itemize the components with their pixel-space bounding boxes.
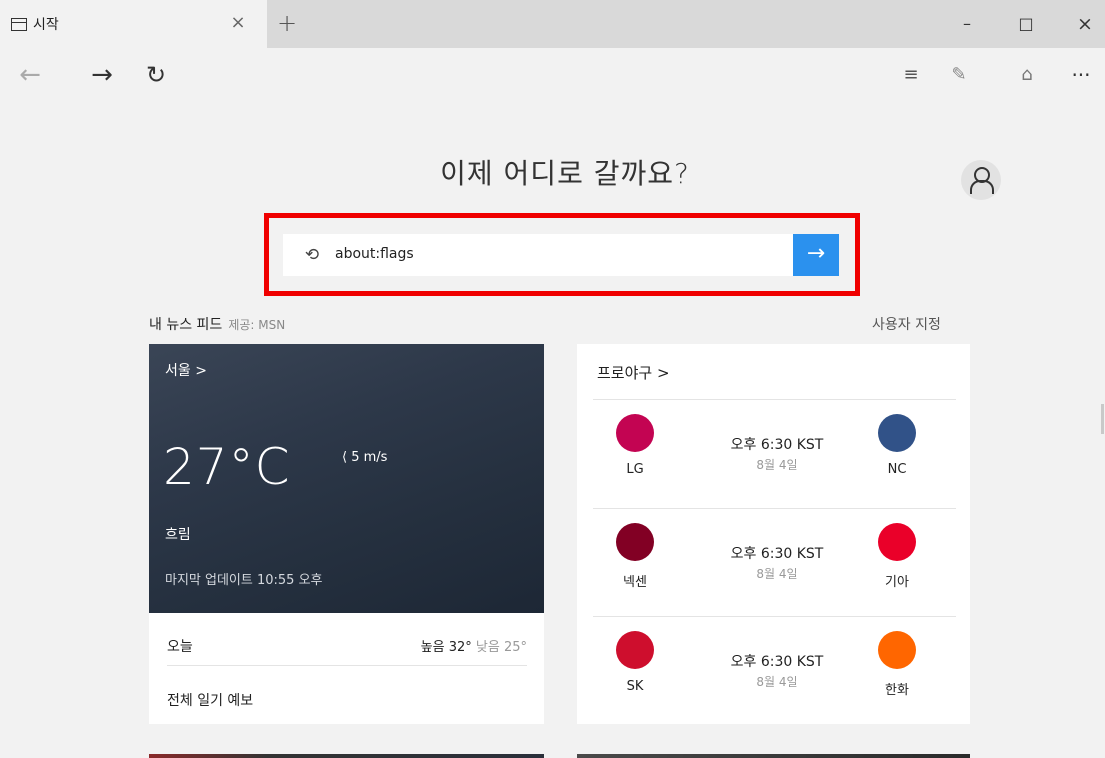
share-icon[interactable]: ⌂ xyxy=(1012,60,1042,90)
search-input[interactable]: about:flags xyxy=(335,246,414,262)
team-name: NC xyxy=(887,462,907,477)
today-range: 높음 32° 낮음 25° xyxy=(421,636,527,655)
weather-updated: 마지막 업데이트 10:55 오후 xyxy=(165,573,323,588)
tab-start[interactable]: 시작 × xyxy=(0,0,267,48)
forward-button[interactable]: → xyxy=(84,58,120,92)
team-name: 한화 xyxy=(885,683,909,698)
game-date: 8월 4일 xyxy=(756,458,798,472)
today-label: 오늘 xyxy=(167,639,193,655)
kia-logo-icon xyxy=(878,523,916,561)
search-go-button[interactable]: → xyxy=(793,234,839,276)
back-button[interactable]: ← xyxy=(12,58,48,92)
close-window-button[interactable]: × xyxy=(1070,10,1100,38)
weather-condition: 흐림 xyxy=(165,527,191,543)
game-row[interactable]: 넥센 오후 6:30 KST 8월 4일 기아 xyxy=(577,509,970,617)
home-team: LG xyxy=(595,414,675,494)
tab-strip: 시작 × + – □ × xyxy=(0,0,1105,48)
game-time: 오후 6:30 KST xyxy=(730,437,824,453)
more-icon[interactable]: ··· xyxy=(1066,60,1096,90)
hub-icon[interactable]: ≡ xyxy=(896,60,926,90)
navigation-bar: ← → ↻ ≡ ✎ ⌂ ··· xyxy=(0,48,1105,104)
minimize-button[interactable]: – xyxy=(952,10,982,38)
page-title: 이제 어디로 갈까요? xyxy=(440,157,690,190)
home-team: SK xyxy=(595,631,675,711)
sk-logo-icon xyxy=(616,631,654,669)
home-team: 넥센 xyxy=(595,523,675,603)
profile-avatar-icon[interactable] xyxy=(961,160,1001,200)
team-name: 기아 xyxy=(885,575,909,590)
high-temp: 높음 32° xyxy=(420,640,472,655)
history-icon: ⟲ xyxy=(304,245,320,265)
web-note-icon[interactable]: ✎ xyxy=(944,60,974,90)
hanwha-logo-icon xyxy=(878,631,916,669)
baseball-title[interactable]: 프로야구 > xyxy=(597,362,670,383)
weather-today-row: 오늘 높음 32° 낮음 25° xyxy=(167,636,527,666)
next-card-edge xyxy=(577,754,970,758)
refresh-button[interactable]: ↻ xyxy=(138,58,174,92)
weather-hero: 서울 > 27°C ⟨ 5 m/s 흐림 마지막 업데이트 10:55 오후 xyxy=(149,344,544,613)
game-date: 8월 4일 xyxy=(756,675,798,689)
team-name: LG xyxy=(626,462,644,477)
tab-page-icon xyxy=(11,18,27,31)
weather-city[interactable]: 서울 > xyxy=(165,360,207,380)
low-temp: 낮음 25° xyxy=(475,640,527,655)
scrollbar[interactable] xyxy=(1101,404,1104,434)
search-box[interactable]: ⟲ about:flags → xyxy=(283,234,839,276)
weather-card[interactable]: 서울 > 27°C ⟨ 5 m/s 흐림 마지막 업데이트 10:55 오후 오… xyxy=(149,344,544,724)
away-team: NC xyxy=(857,414,937,494)
nexen-logo-icon xyxy=(616,523,654,561)
away-team: 한화 xyxy=(857,631,937,711)
team-name: 넥센 xyxy=(623,575,647,590)
next-card-edge xyxy=(149,754,544,758)
game-time: 오후 6:30 KST xyxy=(730,654,824,670)
game-time: 오후 6:30 KST xyxy=(730,546,824,562)
feed-provider: 제공: MSN xyxy=(228,318,286,332)
nc-logo-icon xyxy=(878,414,916,452)
baseball-card[interactable]: 프로야구 > LG 오후 6:30 KST 8월 4일 NC 넥센 오후 6:3… xyxy=(577,344,970,724)
full-forecast-link[interactable]: 전체 일기 예보 xyxy=(167,690,253,710)
team-name: SK xyxy=(626,679,644,694)
tab-title: 시작 xyxy=(33,17,59,33)
new-tab-button[interactable]: + xyxy=(274,9,300,37)
news-feed-heading: 내 뉴스 피드 제공: MSN xyxy=(149,314,285,334)
weather-temperature: 27°C xyxy=(163,438,291,496)
maximize-button[interactable]: □ xyxy=(1011,10,1041,38)
lg-logo-icon xyxy=(616,414,654,452)
away-team: 기아 xyxy=(857,523,937,603)
start-page: 이제 어디로 갈까요? ⟲ about:flags → 내 뉴스 피드 제공: M… xyxy=(0,104,1105,758)
game-date: 8월 4일 xyxy=(756,567,798,581)
weather-wind: ⟨ 5 m/s xyxy=(342,450,388,465)
tab-close-icon[interactable]: × xyxy=(226,11,250,35)
game-row[interactable]: SK 오후 6:30 KST 8월 4일 한화 xyxy=(577,617,970,725)
game-row[interactable]: LG 오후 6:30 KST 8월 4일 NC xyxy=(577,400,970,508)
news-feed-title: 내 뉴스 피드 xyxy=(149,317,223,333)
customize-link[interactable]: 사용자 지정 xyxy=(872,314,941,334)
